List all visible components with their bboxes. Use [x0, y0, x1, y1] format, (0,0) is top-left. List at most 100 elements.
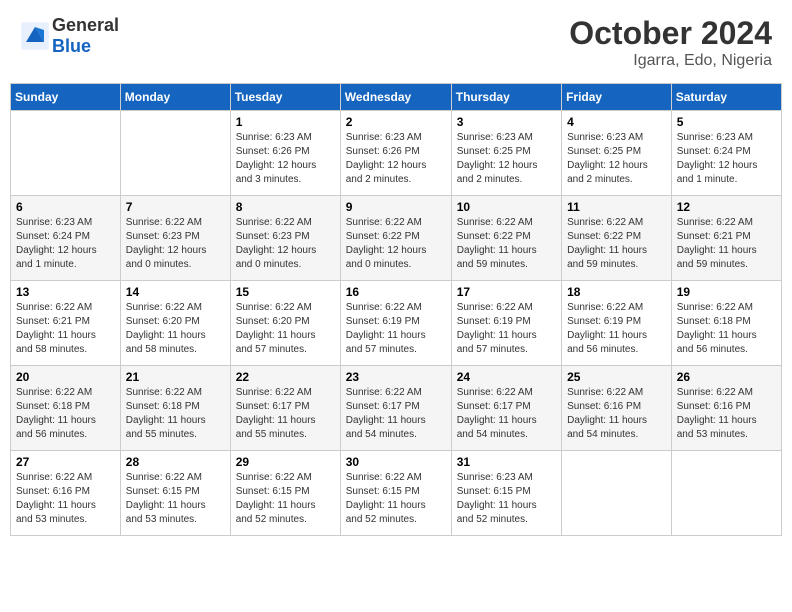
day-info: Sunrise: 6:22 AM Sunset: 6:19 PM Dayligh… — [346, 301, 446, 357]
calendar-week-row: 27 Sunrise: 6:22 AM Sunset: 6:16 PM Dayli… — [11, 451, 782, 536]
day-number: 31 — [457, 455, 556, 469]
calendar-week-row: 13Sunrise: 6:22 AM Sunset: 6:21 PM Dayli… — [11, 281, 782, 366]
day-info: Sunrise: 6:22 AM Sunset: 6:19 PM Dayligh… — [567, 301, 666, 357]
day-info: Sunrise: 6:22 AM Sunset: 6:16 PM Dayligh… — [677, 386, 776, 442]
calendar-cell: 14 Sunrise: 6:22 AM Sunset: 6:20 PM Dayli… — [120, 281, 230, 366]
day-number: 1 — [236, 115, 335, 129]
calendar-cell: 9Sunrise: 6:22 AM Sunset: 6:22 PM Daylig… — [340, 196, 451, 281]
day-number: 27 — [16, 455, 115, 469]
day-info: Sunrise: 6:22 AM Sunset: 6:23 PM Dayligh… — [236, 216, 335, 272]
day-number: 17 — [457, 285, 556, 299]
calendar-cell: 28 Sunrise: 6:22 AM Sunset: 6:15 PM Dayli… — [120, 451, 230, 536]
location: Igarra, Edo, Nigeria — [569, 52, 772, 70]
day-number: 23 — [346, 370, 446, 384]
day-info: Sunrise: 6:22 AM Sunset: 6:17 PM Dayligh… — [346, 386, 446, 442]
day-info: Sunrise: 6:22 AM Sunset: 6:20 PM Dayligh… — [236, 301, 335, 357]
calendar-cell — [120, 111, 230, 196]
calendar-cell: 2 Sunrise: 6:23 AM Sunset: 6:26 PM Daylig… — [340, 111, 451, 196]
day-number: 6 — [16, 200, 115, 214]
day-number: 7 — [126, 200, 225, 214]
day-info: Sunrise: 6:22 AM Sunset: 6:19 PM Dayligh… — [457, 301, 556, 357]
calendar-cell — [562, 451, 672, 536]
page-header: General Blue October 2024 Igarra, Edo, N… — [10, 10, 782, 75]
day-info: Sunrise: 6:22 AM Sunset: 6:15 PM Dayligh… — [346, 471, 446, 527]
day-number: 28 — [126, 455, 225, 469]
day-number: 11 — [567, 200, 666, 214]
day-number: 16 — [346, 285, 446, 299]
calendar-week-row: 6 Sunrise: 6:23 AM Sunset: 6:24 PM Daylig… — [11, 196, 782, 281]
month-title: October 2024 — [569, 15, 772, 52]
day-number: 3 — [457, 115, 556, 129]
day-number: 19 — [677, 285, 776, 299]
calendar-cell: 21 Sunrise: 6:22 AM Sunset: 6:18 PM Dayli… — [120, 366, 230, 451]
calendar-cell: 3 Sunrise: 6:23 AM Sunset: 6:25 PM Daylig… — [451, 111, 561, 196]
calendar-cell: 27 Sunrise: 6:22 AM Sunset: 6:16 PM Dayli… — [11, 451, 121, 536]
day-number: 18 — [567, 285, 666, 299]
day-info: Sunrise: 6:22 AM Sunset: 6:18 PM Dayligh… — [126, 386, 225, 442]
calendar-cell: 13Sunrise: 6:22 AM Sunset: 6:21 PM Dayli… — [11, 281, 121, 366]
day-number: 9 — [346, 200, 446, 214]
day-info: Sunrise: 6:22 AM Sunset: 6:16 PM Dayligh… — [16, 471, 115, 527]
day-number: 20 — [16, 370, 115, 384]
day-info: Sunrise: 6:22 AM Sunset: 6:18 PM Dayligh… — [16, 386, 115, 442]
day-number: 10 — [457, 200, 556, 214]
day-info: Sunrise: 6:22 AM Sunset: 6:17 PM Dayligh… — [236, 386, 335, 442]
day-number: 22 — [236, 370, 335, 384]
day-info: Sunrise: 6:22 AM Sunset: 6:22 PM Dayligh… — [567, 216, 666, 272]
calendar-cell: 6 Sunrise: 6:23 AM Sunset: 6:24 PM Daylig… — [11, 196, 121, 281]
day-info: Sunrise: 6:22 AM Sunset: 6:15 PM Dayligh… — [236, 471, 335, 527]
day-number: 25 — [567, 370, 666, 384]
title-block: October 2024 Igarra, Edo, Nigeria — [569, 15, 772, 70]
calendar-cell: 20 Sunrise: 6:22 AM Sunset: 6:18 PM Dayli… — [11, 366, 121, 451]
day-info: Sunrise: 6:23 AM Sunset: 6:26 PM Dayligh… — [346, 131, 446, 187]
calendar-cell: 15 Sunrise: 6:22 AM Sunset: 6:20 PM Dayli… — [230, 281, 340, 366]
logo-icon — [20, 21, 50, 51]
day-number: 24 — [457, 370, 556, 384]
day-number: 30 — [346, 455, 446, 469]
col-sunday: Sunday — [11, 84, 121, 111]
calendar-week-row: 1 Sunrise: 6:23 AM Sunset: 6:26 PM Daylig… — [11, 111, 782, 196]
day-number: 8 — [236, 200, 335, 214]
calendar-cell: 24 Sunrise: 6:22 AM Sunset: 6:17 PM Dayli… — [451, 366, 561, 451]
calendar-cell: 10 Sunrise: 6:22 AM Sunset: 6:22 PM Dayli… — [451, 196, 561, 281]
calendar-cell: 30 Sunrise: 6:22 AM Sunset: 6:15 PM Dayli… — [340, 451, 451, 536]
day-number: 5 — [677, 115, 776, 129]
day-info: Sunrise: 6:22 AM Sunset: 6:22 PM Dayligh… — [457, 216, 556, 272]
calendar-cell: 22 Sunrise: 6:22 AM Sunset: 6:17 PM Dayli… — [230, 366, 340, 451]
calendar-cell: 8 Sunrise: 6:22 AM Sunset: 6:23 PM Daylig… — [230, 196, 340, 281]
calendar-cell: 17 Sunrise: 6:22 AM Sunset: 6:19 PM Dayli… — [451, 281, 561, 366]
calendar-cell — [671, 451, 781, 536]
calendar-cell: 26 Sunrise: 6:22 AM Sunset: 6:16 PM Dayli… — [671, 366, 781, 451]
col-thursday: Thursday — [451, 84, 561, 111]
calendar-cell: 12Sunrise: 6:22 AM Sunset: 6:21 PM Dayli… — [671, 196, 781, 281]
calendar-cell: 7 Sunrise: 6:22 AM Sunset: 6:23 PM Daylig… — [120, 196, 230, 281]
day-info: Sunrise: 6:22 AM Sunset: 6:17 PM Dayligh… — [457, 386, 556, 442]
day-info: Sunrise: 6:22 AM Sunset: 6:23 PM Dayligh… — [126, 216, 225, 272]
col-friday: Friday — [562, 84, 672, 111]
day-number: 21 — [126, 370, 225, 384]
day-info: Sunrise: 6:23 AM Sunset: 6:24 PM Dayligh… — [677, 131, 776, 187]
day-info: Sunrise: 6:22 AM Sunset: 6:20 PM Dayligh… — [126, 301, 225, 357]
calendar-cell: 23 Sunrise: 6:22 AM Sunset: 6:17 PM Dayli… — [340, 366, 451, 451]
col-tuesday: Tuesday — [230, 84, 340, 111]
day-info: Sunrise: 6:22 AM Sunset: 6:15 PM Dayligh… — [126, 471, 225, 527]
day-number: 15 — [236, 285, 335, 299]
logo-general-text: General — [52, 15, 119, 35]
calendar-cell: 11 Sunrise: 6:22 AM Sunset: 6:22 PM Dayli… — [562, 196, 672, 281]
calendar-cell: 25Sunrise: 6:22 AM Sunset: 6:16 PM Dayli… — [562, 366, 672, 451]
day-info: Sunrise: 6:23 AM Sunset: 6:25 PM Dayligh… — [457, 131, 556, 187]
day-number: 2 — [346, 115, 446, 129]
calendar-cell: 31Sunrise: 6:23 AM Sunset: 6:15 PM Dayli… — [451, 451, 561, 536]
calendar-cell: 4Sunrise: 6:23 AM Sunset: 6:25 PM Daylig… — [562, 111, 672, 196]
calendar-cell: 18 Sunrise: 6:22 AM Sunset: 6:19 PM Dayli… — [562, 281, 672, 366]
calendar-cell: 16 Sunrise: 6:22 AM Sunset: 6:19 PM Dayli… — [340, 281, 451, 366]
day-number: 14 — [126, 285, 225, 299]
day-info: Sunrise: 6:23 AM Sunset: 6:24 PM Dayligh… — [16, 216, 115, 272]
col-saturday: Saturday — [671, 84, 781, 111]
calendar-table: Sunday Monday Tuesday Wednesday Thursday… — [10, 83, 782, 536]
day-number: 26 — [677, 370, 776, 384]
day-info: Sunrise: 6:22 AM Sunset: 6:18 PM Dayligh… — [677, 301, 776, 357]
calendar-week-row: 20 Sunrise: 6:22 AM Sunset: 6:18 PM Dayli… — [11, 366, 782, 451]
logo: General Blue — [20, 15, 119, 57]
calendar-header-row: Sunday Monday Tuesday Wednesday Thursday… — [11, 84, 782, 111]
